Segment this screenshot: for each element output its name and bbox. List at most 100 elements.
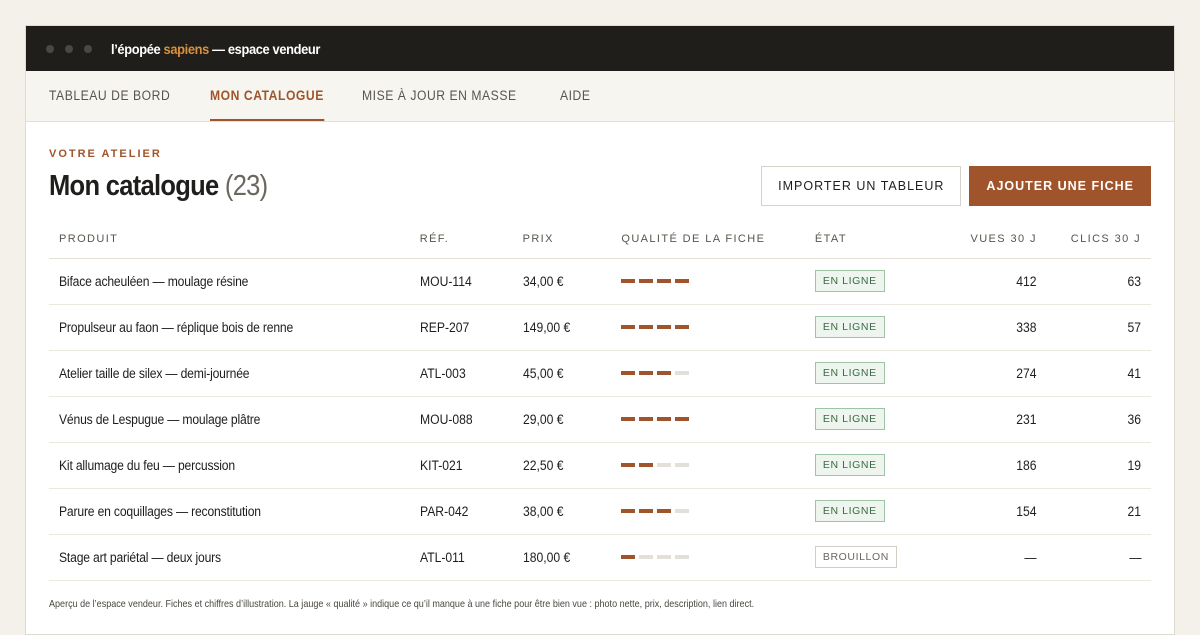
quality-gauge: [621, 509, 815, 513]
catalogue-table: PRODUIT RÉF. PRIX QUALITÉ DE LA FICHE ÉT…: [49, 230, 1151, 581]
window-close-dot[interactable]: [46, 44, 54, 53]
quality-segment: [621, 463, 636, 467]
clicks-30d: 41: [1036, 350, 1151, 397]
product-name[interactable]: Propulseur au faon — réplique bois de re…: [49, 304, 420, 351]
table-row[interactable]: Atelier taille de silex — demi-journée AT…: [49, 350, 1151, 397]
quality-segment: [675, 325, 690, 329]
add-listing-button[interactable]: AJOUTER UNE FICHE: [969, 166, 1151, 206]
clicks-30d: —: [1036, 534, 1151, 581]
table-row[interactable]: Vénus de Lespugue — moulage plâtre MOU-08…: [49, 396, 1151, 443]
table-row[interactable]: Stage art pariétal — deux jours ATL-011 18…: [49, 534, 1151, 581]
product-name[interactable]: Biface acheuléen — moulage résine: [49, 258, 420, 305]
quality-gauge-cell: [621, 534, 815, 581]
views-30d: 154: [937, 488, 1037, 535]
views-30d: 338: [937, 304, 1037, 351]
col-ref[interactable]: RÉF.: [419, 230, 523, 259]
quality-gauge: [621, 417, 815, 421]
product-ref: REP-207: [419, 304, 523, 351]
product-price: 45,00 €: [522, 350, 622, 397]
quality-segment: [675, 463, 690, 467]
clicks-30d: 63: [1036, 258, 1151, 305]
product-ref: PAR-042: [419, 488, 523, 535]
quality-segment: [639, 371, 654, 375]
status-cell: EN LIGNE: [814, 442, 938, 489]
table-row[interactable]: Parure en coquillages — reconstitution PA…: [49, 488, 1151, 535]
quality-gauge-cell: [621, 350, 815, 397]
product-ref: ATL-011: [419, 534, 523, 581]
quality-segment: [657, 371, 672, 375]
import-spreadsheet-button[interactable]: IMPORTER UN TABLEUR: [761, 166, 962, 206]
tab-mon-catalogue[interactable]: MON CATALOGUE: [209, 71, 324, 121]
tab-aide[interactable]: AIDE: [560, 71, 591, 121]
views-30d: 274: [937, 350, 1037, 397]
clicks-30d: 57: [1036, 304, 1151, 351]
clicks-30d: 36: [1036, 396, 1151, 443]
quality-gauge-cell: [621, 258, 815, 305]
quality-segment: [657, 463, 672, 467]
col-prix[interactable]: PRIX: [522, 230, 622, 259]
table-row[interactable]: Kit allumage du feu — percussion KIT-021 2…: [49, 442, 1151, 489]
quality-segment: [639, 463, 654, 467]
catalogue-panel: VOTRE ATELIER Mon catalogue (23) IMPORTE…: [26, 122, 1174, 610]
clicks-30d: 21: [1036, 488, 1151, 535]
col-qualite[interactable]: QUALITÉ DE LA FICHE: [621, 230, 815, 259]
catalogue-count: (23): [224, 169, 268, 202]
status-cell: BROUILLON: [814, 534, 938, 581]
status-badge: EN LIGNE: [814, 270, 885, 292]
status-badge: EN LIGNE: [814, 454, 885, 476]
quality-segment: [675, 279, 690, 283]
product-ref: MOU-088: [419, 396, 523, 443]
quality-segment: [675, 509, 690, 513]
col-clics[interactable]: CLICS 30 J: [1036, 230, 1151, 259]
product-price: 180,00 €: [522, 534, 622, 581]
status-cell: EN LIGNE: [814, 304, 938, 351]
quality-gauge: [621, 371, 815, 375]
product-name[interactable]: Vénus de Lespugue — moulage plâtre: [49, 396, 420, 443]
quality-segment: [621, 417, 636, 421]
status-badge: EN LIGNE: [814, 408, 885, 430]
product-name[interactable]: Stage art pariétal — deux jours: [49, 534, 420, 581]
product-name[interactable]: Parure en coquillages — reconstitution: [49, 488, 420, 535]
quality-gauge: [621, 463, 815, 467]
quality-gauge-cell: [621, 304, 815, 351]
status-cell: EN LIGNE: [814, 350, 938, 397]
product-price: 38,00 €: [522, 488, 622, 535]
quality-gauge: [621, 555, 815, 559]
quality-segment: [657, 555, 672, 559]
quality-segment: [675, 417, 690, 421]
quality-segment: [657, 509, 672, 513]
app-title: l’épopée sapiens — espace vendeur: [111, 40, 321, 57]
col-vues[interactable]: VUES 30 J: [937, 230, 1037, 259]
quality-segment: [657, 279, 672, 283]
product-ref: ATL-003: [419, 350, 523, 397]
quality-segment: [621, 509, 636, 513]
status-badge: EN LIGNE: [814, 316, 885, 338]
tab-tableau-de-bord[interactable]: TABLEAU DE BORD: [49, 71, 170, 121]
status-cell: EN LIGNE: [814, 258, 938, 305]
footnote: Aperçu de l’espace vendeur. Fiches et ch…: [49, 597, 755, 610]
table-row[interactable]: Biface acheuléen — moulage résine MOU-114…: [49, 258, 1151, 305]
main-nav: TABLEAU DE BORD MON CATALOGUE MISE À JOU…: [26, 71, 1174, 122]
window-zoom-dot[interactable]: [84, 44, 92, 53]
quality-segment: [675, 371, 690, 375]
tab-mise-a-jour-en-masse[interactable]: MISE À JOUR EN MASSE: [362, 71, 517, 121]
product-price: 34,00 €: [522, 258, 622, 305]
product-name[interactable]: Atelier taille de silex — demi-journée: [49, 350, 420, 397]
quality-gauge-cell: [621, 396, 815, 443]
quality-segment: [621, 371, 636, 375]
status-cell: EN LIGNE: [814, 488, 938, 535]
quality-segment: [639, 279, 654, 283]
views-30d: 186: [937, 442, 1037, 489]
quality-gauge-cell: [621, 442, 815, 489]
status-badge: EN LIGNE: [814, 500, 885, 522]
window-minimize-dot[interactable]: [65, 44, 73, 53]
status-cell: EN LIGNE: [814, 396, 938, 443]
table-row[interactable]: Propulseur au faon — réplique bois de re…: [49, 304, 1151, 351]
page-title: Mon catalogue (23): [49, 169, 268, 202]
product-ref: MOU-114: [419, 258, 523, 305]
col-produit[interactable]: PRODUIT: [49, 230, 420, 259]
clicks-30d: 19: [1036, 442, 1151, 489]
col-etat[interactable]: ÉTAT: [814, 230, 938, 259]
views-30d: 231: [937, 396, 1037, 443]
product-name[interactable]: Kit allumage du feu — percussion: [49, 442, 420, 489]
